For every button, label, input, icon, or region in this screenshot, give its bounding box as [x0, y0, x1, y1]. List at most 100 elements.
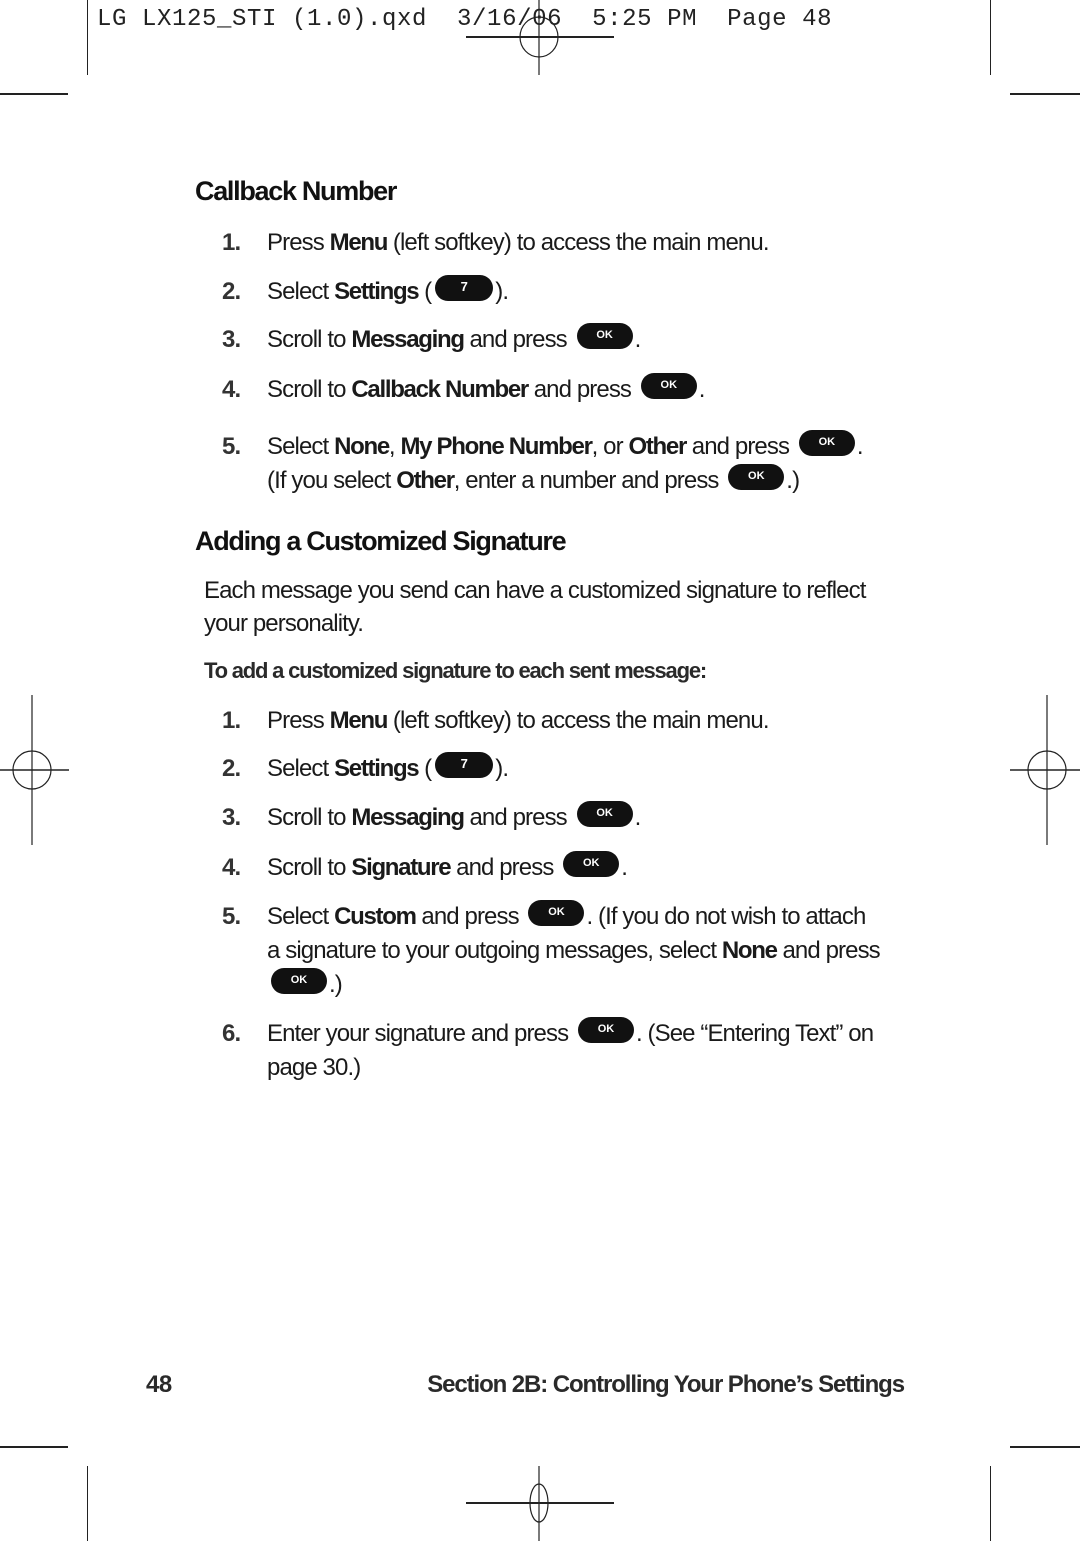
text-run: . — [634, 326, 642, 353]
crop-mark — [1010, 93, 1080, 95]
ok-key-icon: OK — [576, 322, 633, 349]
text-run: and press — [686, 433, 795, 460]
text-run: ). — [495, 278, 509, 305]
ok-key-icon: OK — [563, 850, 620, 877]
step-number: 2. — [222, 755, 241, 782]
text-run: Select — [267, 755, 335, 782]
text-run: Scroll to — [267, 376, 352, 403]
text-run: Select — [267, 278, 335, 305]
registration-mark-bottom — [466, 1466, 614, 1541]
menu-term: Signature — [351, 854, 451, 881]
list-item: 3. Scroll to Messaging and press OK. — [222, 800, 882, 835]
text-run: .) — [786, 467, 800, 494]
step-number: 1. — [222, 229, 241, 256]
crop-mark — [87, 1466, 88, 1541]
text-run: and press — [415, 903, 525, 930]
list-item: 5. Select None, My Phone Number, or Other… — [222, 429, 882, 498]
step-text: Scroll to Callback Number and press OK. — [267, 372, 882, 407]
text-run: . — [621, 854, 628, 881]
text-run: Press — [267, 229, 330, 256]
step-number: 1. — [222, 707, 241, 734]
menu-term: My Phone Number — [400, 433, 593, 460]
heading-customized-signature: Adding a Customized Signature — [195, 526, 567, 556]
text-run: and press — [527, 376, 637, 403]
ok-key-icon: OK — [798, 429, 855, 456]
text-run: Press — [267, 707, 330, 734]
menu-term: Other — [628, 433, 688, 460]
text-run: and press — [463, 326, 573, 353]
list-item: 4. Scroll to Signature and press OK. — [222, 850, 882, 885]
ok-key-icon: OK — [728, 463, 785, 490]
menu-term: Other — [396, 467, 455, 494]
text-run: and press — [450, 854, 560, 881]
ok-key-icon: OK — [528, 899, 585, 926]
text-run: Scroll to — [267, 326, 352, 353]
text-run: , — [388, 433, 401, 460]
registration-mark-left — [0, 695, 69, 845]
step-number: 3. — [222, 326, 241, 353]
step-number: 4. — [222, 376, 241, 403]
step-number: 5. — [222, 903, 241, 930]
text-run: .) — [329, 971, 343, 998]
text-run: , enter a number and press — [453, 467, 725, 494]
menu-term: Settings — [334, 278, 420, 305]
ok-key-icon: OK — [577, 1016, 634, 1043]
menu-term: Custom — [334, 903, 417, 930]
text-run: ). — [495, 755, 509, 782]
text-run: ( — [418, 755, 432, 782]
step-number: 6. — [222, 1020, 241, 1047]
step-text: Press Menu (left softkey) to access the … — [267, 226, 882, 260]
step-text: Enter your signature and press OK. (See … — [267, 1016, 882, 1085]
step-text: Scroll to Messaging and press OK. — [267, 322, 882, 357]
menu-term: None — [721, 937, 778, 964]
print-slug: LG LX125_STI (1.0).qxd 3/16/06 5:25 PM P… — [97, 6, 833, 33]
menu-term: Callback Number — [351, 376, 529, 403]
step-text: Select None, My Phone Number, or Other a… — [267, 429, 882, 498]
text-run: ( — [418, 278, 432, 305]
registration-mark-right — [1010, 695, 1080, 845]
list-item: 6. Enter your signature and press OK. (Se… — [222, 1016, 882, 1085]
step-text: Scroll to Messaging and press OK. — [267, 800, 882, 835]
ok-key-icon: OK — [640, 372, 697, 399]
text-run: , or — [591, 433, 629, 460]
step-number: 5. — [222, 433, 241, 460]
heading-callback-number: Callback Number — [195, 176, 397, 206]
text-run: (left softkey) to access the main menu. — [387, 229, 770, 256]
crop-mark — [87, 0, 88, 75]
text-run: . — [698, 376, 706, 403]
list-item: 1. Press Menu (left softkey) to access th… — [222, 704, 882, 738]
step-text: Select Settings (7). — [267, 751, 882, 786]
text-run: Scroll to — [267, 804, 352, 831]
list-item: 1. Press Menu (left softkey) to access th… — [222, 226, 882, 260]
step-number: 3. — [222, 804, 241, 831]
step-text: Select Custom and press OK. (If you do n… — [267, 899, 882, 1002]
intro-paragraph: Each message you send can have a customi… — [204, 577, 866, 637]
step-text: Scroll to Signature and press OK. — [267, 850, 882, 885]
list-item: 5. Select Custom and press OK. (If you do… — [222, 899, 882, 1002]
crop-mark — [990, 1466, 991, 1541]
text-run: (left softkey) to access the main menu. — [387, 707, 770, 734]
step-text: Select Settings (7). — [267, 274, 882, 309]
text-run: Enter your signature and press — [267, 1020, 574, 1047]
crop-mark — [990, 0, 991, 75]
step-text: Press Menu (left softkey) to access the … — [267, 704, 882, 738]
menu-term: None — [334, 433, 390, 460]
menu-term: Menu — [329, 229, 389, 256]
text-run: Select — [267, 903, 335, 930]
menu-term: Messaging — [351, 326, 465, 353]
menu-term: Menu — [329, 707, 389, 734]
text-run: Scroll to — [267, 854, 352, 881]
crop-mark — [1010, 1446, 1080, 1448]
list-item: 2. Select Settings (7). — [222, 274, 882, 309]
menu-term: Messaging — [351, 804, 465, 831]
crop-mark — [0, 93, 68, 95]
page-number: 48 — [146, 1371, 172, 1398]
step-number: 2. — [222, 278, 241, 305]
crop-mark — [0, 1446, 68, 1448]
text-run: and press — [463, 804, 573, 831]
list-item: 3. Scroll to Messaging and press OK. — [222, 322, 882, 357]
step-number: 4. — [222, 854, 241, 881]
list-item: 2. Select Settings (7). — [222, 751, 882, 786]
text-run: Select — [267, 433, 335, 460]
section-footer: Section 2B: Controlling Your Phone’s Set… — [427, 1371, 905, 1398]
